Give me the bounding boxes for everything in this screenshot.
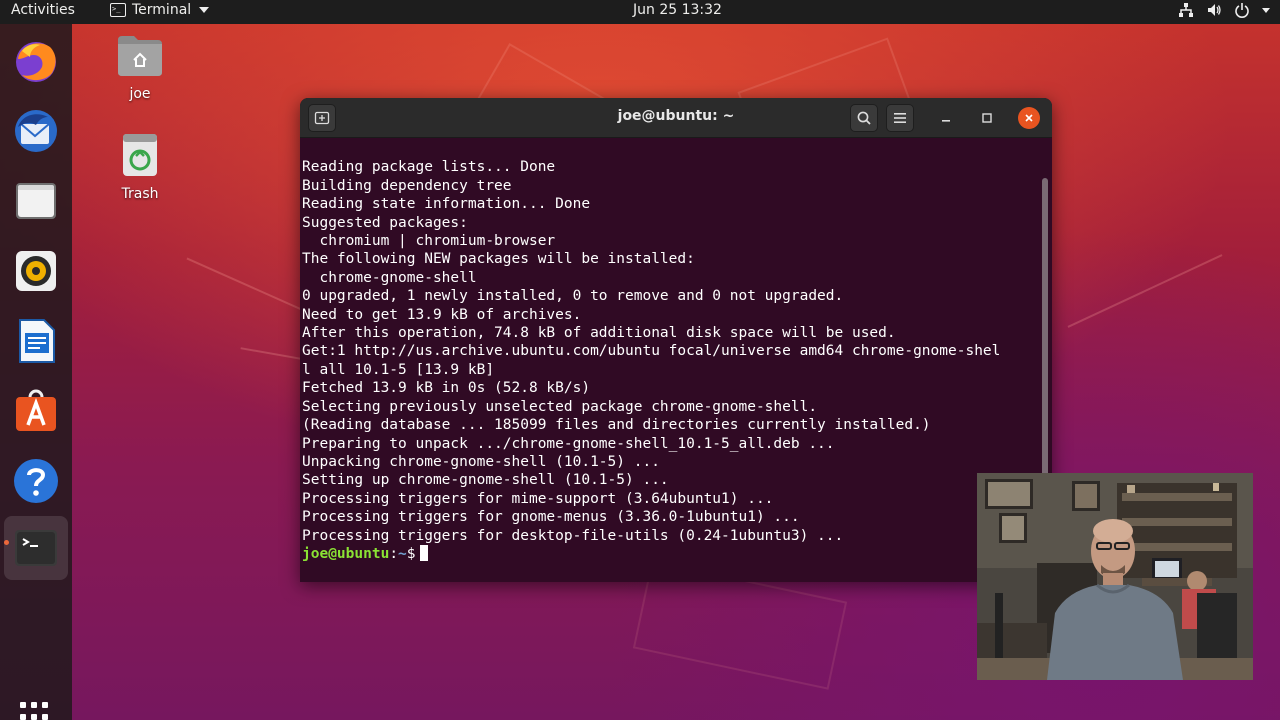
terminal-line: Processing triggers for mime-support (3.… bbox=[302, 490, 774, 507]
volume-icon[interactable] bbox=[1206, 2, 1222, 18]
terminal-line: Reading state information... Done bbox=[302, 196, 591, 213]
webcam-overlay bbox=[977, 473, 1253, 680]
minimize-button[interactable] bbox=[932, 104, 960, 132]
terminal-line: Selecting previously unselected package … bbox=[302, 398, 818, 415]
software-center-icon bbox=[16, 389, 56, 431]
dock-item-terminal[interactable] bbox=[4, 516, 68, 580]
menu-button[interactable] bbox=[886, 104, 914, 132]
terminal-line: 0 upgraded, 1 newly installed, 0 to remo… bbox=[302, 288, 844, 305]
terminal-line: After this operation, 74.8 kB of additio… bbox=[302, 325, 896, 342]
thunderbird-icon bbox=[15, 110, 57, 152]
grid-dot bbox=[42, 714, 48, 720]
terminal-window[interactable]: joe@ubuntu: ~ Reading package lists... D… bbox=[300, 98, 1052, 582]
dock-item-thunderbird[interactable] bbox=[12, 107, 60, 155]
desktop-icon-label: Trash bbox=[121, 186, 159, 202]
firefox-icon bbox=[16, 42, 56, 82]
terminal-line: Processing triggers for gnome-menus (3.3… bbox=[302, 509, 800, 526]
hamburger-icon bbox=[894, 113, 906, 123]
terminal-line: The following NEW packages will be insta… bbox=[302, 251, 695, 268]
home-folder-icon bbox=[118, 36, 162, 76]
terminal-line: chromium | chromium-browser bbox=[302, 233, 556, 250]
dock bbox=[0, 24, 72, 720]
desktop-icon-home[interactable]: joe bbox=[100, 34, 180, 102]
app-menu[interactable]: >_ Terminal bbox=[110, 2, 210, 18]
show-apps-button[interactable] bbox=[20, 702, 52, 720]
search-icon bbox=[857, 111, 871, 125]
top-bar: Activities >_ Terminal Jun 25 13:32 bbox=[0, 0, 1280, 24]
text-cursor bbox=[419, 544, 428, 561]
dock-item-firefox[interactable] bbox=[12, 37, 60, 85]
rhythmbox-icon bbox=[16, 251, 56, 291]
terminal-line: Processing triggers for desktop-file-uti… bbox=[302, 527, 844, 544]
prompt-path: ~ bbox=[398, 545, 407, 562]
search-button[interactable] bbox=[850, 104, 878, 132]
terminal-line: chrome-gnome-shell bbox=[302, 269, 477, 286]
trash-icon bbox=[123, 134, 157, 176]
grid-dot bbox=[31, 702, 37, 708]
prompt-symbol: $ bbox=[406, 545, 416, 562]
dock-item-ubuntu-software[interactable] bbox=[12, 387, 60, 435]
grid-dot bbox=[31, 714, 37, 720]
grid-dot bbox=[42, 702, 48, 708]
terminal-line: Get:1 http://us.archive.ubuntu.com/ubunt… bbox=[302, 343, 1001, 360]
terminal-line: Unpacking chrome-gnome-shell (10.1-5) ..… bbox=[302, 453, 660, 470]
maximize-button[interactable] bbox=[973, 104, 1001, 132]
terminal-line: Preparing to unpack .../chrome-gnome-she… bbox=[302, 435, 835, 452]
terminal-line: Suggested packages: bbox=[302, 214, 468, 231]
terminal-line: Reading package lists... Done bbox=[302, 159, 556, 176]
system-tray[interactable] bbox=[1178, 2, 1270, 18]
dock-item-rhythmbox[interactable] bbox=[12, 247, 60, 295]
grid-dot bbox=[20, 714, 26, 720]
prompt-line[interactable]: joe@ubuntu:~$ bbox=[302, 544, 1042, 563]
clock[interactable]: Jun 25 13:32 bbox=[633, 2, 722, 18]
network-icon[interactable] bbox=[1178, 2, 1194, 18]
terminal-output[interactable]: Reading package lists... Done Building de… bbox=[302, 140, 1042, 580]
wallpaper-line bbox=[1067, 254, 1223, 328]
chevron-down-icon bbox=[199, 7, 210, 13]
maximize-icon bbox=[982, 113, 992, 123]
terminal-line: Setting up chrome-gnome-shell (10.1-5) .… bbox=[302, 472, 669, 489]
prompt-user: joe@ubuntu bbox=[302, 545, 390, 562]
terminal-icon: >_ bbox=[110, 3, 126, 17]
close-button[interactable] bbox=[1018, 107, 1040, 129]
help-icon bbox=[14, 459, 58, 503]
dock-item-writer[interactable] bbox=[12, 317, 60, 365]
prompt-separator: : bbox=[389, 545, 399, 562]
webcam-video-image bbox=[977, 473, 1253, 680]
writer-icon bbox=[19, 319, 55, 363]
grid-dot bbox=[20, 702, 26, 708]
terminal-line: (Reading database ... 185099 files and d… bbox=[302, 417, 931, 434]
dock-item-files[interactable] bbox=[12, 177, 60, 225]
files-icon bbox=[16, 183, 56, 219]
terminal-line: Fetched 13.9 kB in 0s (52.8 kB/s) bbox=[302, 380, 591, 397]
chevron-down-icon[interactable] bbox=[1262, 7, 1270, 13]
terminal-line: l all 10.1-5 [13.9 kB] bbox=[302, 361, 495, 378]
dock-item-help[interactable] bbox=[12, 457, 60, 505]
terminal-headerbar[interactable]: joe@ubuntu: ~ bbox=[300, 98, 1052, 138]
terminal-line: Need to get 13.9 kB of archives. bbox=[302, 306, 582, 323]
close-icon bbox=[1025, 114, 1033, 122]
activities-button[interactable]: Activities bbox=[11, 2, 75, 18]
terminal-icon bbox=[15, 530, 57, 566]
minimize-icon bbox=[942, 120, 950, 122]
app-menu-label: Terminal bbox=[132, 2, 192, 18]
power-icon[interactable] bbox=[1234, 2, 1250, 18]
desktop-icon-trash[interactable]: Trash bbox=[100, 132, 180, 202]
desktop-icon-label: joe bbox=[129, 86, 151, 102]
terminal-line: Building dependency tree bbox=[302, 177, 512, 194]
